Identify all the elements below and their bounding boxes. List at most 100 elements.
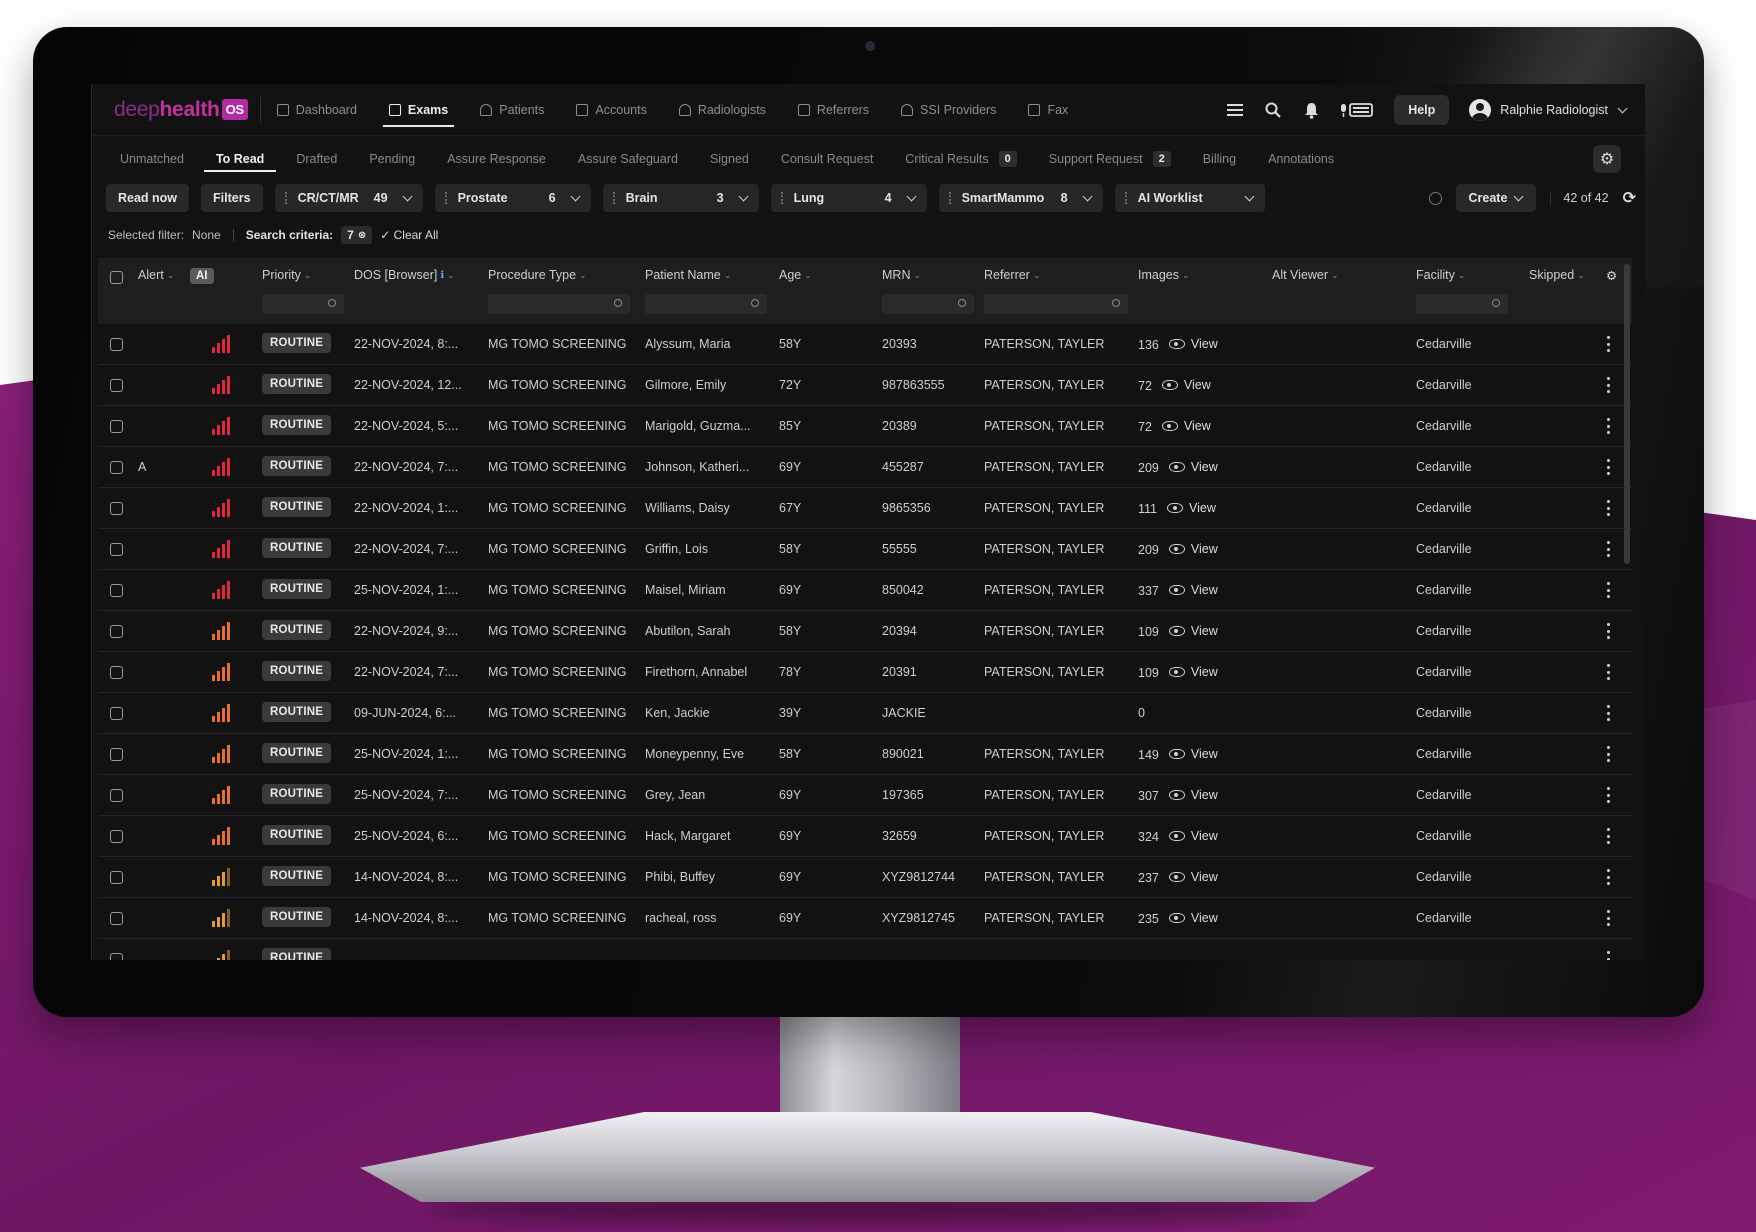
row-menu-icon[interactable] [1607,377,1611,393]
view-images-link[interactable]: View [1168,911,1218,925]
read-now-button[interactable]: Read now [106,184,190,212]
view-images-link[interactable]: View [1168,665,1218,679]
view-images-link[interactable]: View [1167,501,1216,515]
row-menu-icon[interactable] [1607,582,1611,598]
ai-score-icon[interactable] [212,417,230,435]
help-button[interactable]: Help [1394,95,1450,125]
ai-score-icon[interactable] [212,868,230,886]
column-referrer[interactable]: Referrer ⌄ [984,268,1040,282]
drag-handle-icon[interactable] [444,192,450,204]
column-settings-icon[interactable]: ⚙ [1606,268,1617,283]
row-menu-icon[interactable] [1607,459,1611,475]
drag-handle-icon[interactable] [948,192,954,204]
nav-item-dashboard[interactable]: Dashboard [276,84,357,136]
procedure-search-input[interactable] [488,294,630,314]
table-row[interactable]: ROUTINE 25-NOV-2024, 7:... MG TOMO SCREENI… [98,775,1632,816]
facility-search-input[interactable] [1416,294,1508,314]
row-menu-icon[interactable] [1607,951,1611,960]
table-row[interactable]: ROUTINE 22-NOV-2024, 7:... MG TOMO SCREENI… [98,652,1632,693]
view-images-link[interactable]: View [1168,583,1218,597]
menu-icon[interactable] [1226,101,1244,119]
ai-score-icon[interactable] [212,827,230,845]
row-checkbox[interactable] [110,338,123,351]
tab-pending[interactable]: Pending [369,136,415,182]
row-checkbox[interactable] [110,625,123,638]
ai-score-icon[interactable] [212,663,230,681]
view-images-link[interactable]: View [1168,337,1218,351]
tab-drafted[interactable]: Drafted [296,136,337,182]
column-alert[interactable]: Alert ⌄ [138,268,174,282]
table-row[interactable]: ROUTINE 22-NOV-2024, 7:... MG TOMO SCREENI… [98,529,1632,570]
column-procedure[interactable]: Procedure Type ⌄ [488,268,587,282]
row-checkbox[interactable] [110,461,123,474]
column-age[interactable]: Age ⌄ [779,268,812,282]
row-checkbox[interactable] [110,502,123,515]
tab-to-read[interactable]: To Read [203,136,277,182]
nav-item-radiologists[interactable]: Radiologists [678,84,766,136]
ai-score-icon[interactable] [212,499,230,517]
view-images-link[interactable]: View [1168,624,1218,638]
tab-assure-safeguard[interactable]: Assure Safeguard [578,136,678,182]
view-images-link[interactable]: View [1161,378,1211,392]
ai-score-icon[interactable] [212,745,230,763]
row-menu-icon[interactable] [1607,828,1611,844]
ai-score-icon[interactable] [212,581,230,599]
column-skipped[interactable]: Skipped ⌄ [1529,268,1585,282]
search-icon[interactable] [1264,101,1282,119]
table-row[interactable]: ROUTINE [98,939,1632,960]
worklist-lung[interactable]: Lung 4 [770,184,927,212]
tab-signed[interactable]: Signed [710,136,749,182]
vertical-scrollbar[interactable] [1624,264,1630,564]
mrn-search-input[interactable] [882,294,974,314]
bell-icon[interactable] [1302,101,1320,119]
table-row[interactable]: ROUTINE A 22-NOV-2024, 7:... MG TOMO SCREEN… [98,447,1632,488]
row-menu-icon[interactable] [1607,705,1611,721]
referrer-search-input[interactable] [984,294,1128,314]
tab-support-request[interactable]: Support Request 2 [1049,136,1171,182]
nav-item-fax[interactable]: Fax [1028,84,1068,136]
column-images[interactable]: Images ⌄ [1138,268,1190,282]
row-checkbox[interactable] [110,379,123,392]
row-checkbox[interactable] [110,707,123,720]
row-checkbox[interactable] [110,830,123,843]
row-checkbox[interactable] [110,748,123,761]
row-menu-icon[interactable] [1607,746,1611,762]
worklist-smartmammo[interactable]: SmartMammo 8 [938,184,1103,212]
tab-consult-request[interactable]: Consult Request [781,136,873,182]
row-checkbox[interactable] [110,584,123,597]
view-images-link[interactable]: View [1168,542,1218,556]
ai-score-icon[interactable] [212,376,230,394]
row-menu-icon[interactable] [1607,336,1611,352]
row-checkbox[interactable] [110,666,123,679]
user-menu[interactable]: Ralphie Radiologist [1469,99,1628,121]
table-row[interactable]: ROUTINE 22-NOV-2024, 12... MG TOMO SCREENI… [98,365,1632,406]
filters-button[interactable]: Filters [201,184,263,212]
row-menu-icon[interactable] [1607,418,1611,434]
table-row[interactable]: ROUTINE 22-NOV-2024, 9:... MG TOMO SCREENI… [98,611,1632,652]
view-images-link[interactable]: View [1161,419,1211,433]
ai-score-icon[interactable] [212,786,230,804]
column-mrn[interactable]: MRN ⌄ [882,268,921,282]
table-row[interactable]: ROUTINE 22-NOV-2024, 5:... MG TOMO SCREENI… [98,406,1632,447]
drag-handle-icon[interactable] [612,192,618,204]
refresh-icon[interactable]: ⟳ [1623,188,1636,208]
worklist-prostate[interactable]: Prostate 6 [434,184,591,212]
history-icon[interactable] [1429,191,1443,205]
ai-score-icon[interactable] [212,458,230,476]
table-row[interactable]: ROUTINE 25-NOV-2024, 1:... MG TOMO SCREENI… [98,734,1632,775]
column-alt-viewer[interactable]: Alt Viewer ⌄ [1272,268,1339,282]
row-checkbox[interactable] [110,953,123,960]
ai-score-icon[interactable] [212,704,230,722]
tab-assure-response[interactable]: Assure Response [447,136,546,182]
nav-item-accounts[interactable]: Accounts [576,84,647,136]
column-priority[interactable]: Priority ⌄ [262,268,311,282]
table-row[interactable]: ROUTINE 22-NOV-2024, 8:... MG TOMO SCREENI… [98,324,1632,365]
dictation-keyboard-icon[interactable] [1340,101,1374,119]
table-row[interactable]: ROUTINE 09-JUN-2024, 6:... MG TOMO SCREENI… [98,693,1632,734]
worklist-ai-worklist[interactable]: AI Worklist [1114,184,1265,212]
clear-all-button[interactable]: ✓ Clear All [380,228,438,242]
patient-search-input[interactable] [645,294,767,314]
worklist-cr-ct-mr[interactable]: CR/CT/MR 49 [274,184,423,212]
tab-annotations[interactable]: Annotations [1268,136,1334,182]
table-row[interactable]: ROUTINE 25-NOV-2024, 1:... MG TOMO SCREENI… [98,570,1632,611]
